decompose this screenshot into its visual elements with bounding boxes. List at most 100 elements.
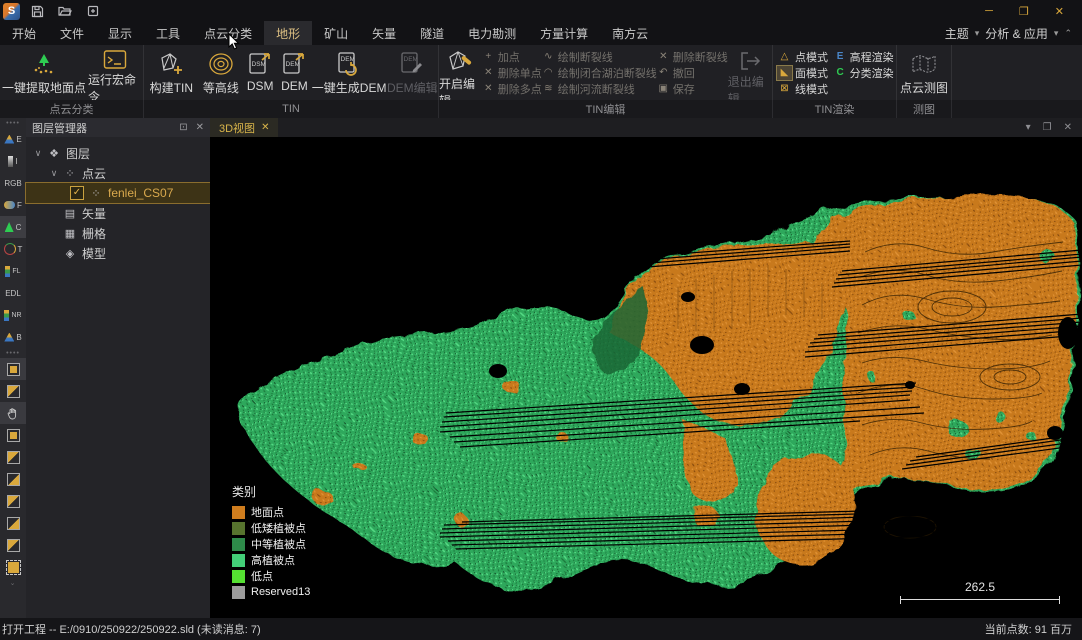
draw-river-breakline-button[interactable]: ≋绘制河流断裂线 bbox=[542, 82, 657, 95]
tree-node-layer-fenlei[interactable]: ✓ ⁘ fenlei_CS07 bbox=[26, 183, 210, 203]
delete-breakline-button[interactable]: ✕删除断裂线 bbox=[657, 50, 728, 63]
close-view-icon[interactable]: ✕ bbox=[1064, 122, 1072, 133]
close-tab-icon[interactable]: ✕ bbox=[261, 122, 269, 133]
render-edl-button[interactable]: EDL bbox=[0, 282, 26, 304]
view-bottom-button[interactable] bbox=[0, 534, 26, 556]
view-left-button[interactable] bbox=[0, 468, 26, 490]
tab-file[interactable]: 文件 bbox=[48, 21, 96, 46]
point-mode-button[interactable]: △点模式 bbox=[777, 50, 834, 63]
exit-edit-button[interactable]: 退出编辑 bbox=[728, 45, 772, 100]
elevation-icon bbox=[4, 135, 14, 144]
undo-button[interactable]: ↶撤回 bbox=[657, 66, 728, 79]
tab-volume-calc[interactable]: 方量计算 bbox=[528, 21, 600, 46]
chevron-expanded-icon[interactable]: ∨ bbox=[34, 148, 42, 159]
render-classification-button[interactable]: C bbox=[0, 216, 26, 238]
draw-lake-breakline-button[interactable]: ◠绘制闭合湖泊断裂线 bbox=[542, 66, 657, 79]
view-top-button[interactable] bbox=[0, 424, 26, 446]
classification-render-icon: C bbox=[834, 67, 847, 78]
tab-mine[interactable]: 矿山 bbox=[312, 21, 360, 46]
extract-ground-points-button[interactable]: 一键提取地面点 bbox=[0, 45, 88, 100]
generate-dem-button[interactable]: DEM 一键生成DEM bbox=[312, 45, 387, 100]
tree-node-model[interactable]: ◈ 模型 bbox=[26, 243, 210, 263]
contour-lines-button[interactable]: 等高线 bbox=[199, 45, 243, 100]
tin-edit-breakline-column: ∿绘制断裂线 ◠绘制闭合湖泊断裂线 ≋绘制河流断裂线 bbox=[542, 45, 657, 95]
dsm-button[interactable]: DSM DSM bbox=[243, 45, 277, 100]
cube-front-icon bbox=[7, 451, 20, 464]
ribbon-group-pointcloud-classify: 一键提取地面点 运行宏命令 bbox=[0, 45, 144, 100]
theme-dropdown[interactable]: 主题 bbox=[945, 25, 969, 42]
dem-button[interactable]: DEM DEM bbox=[277, 45, 311, 100]
open-folder-icon[interactable] bbox=[54, 3, 76, 19]
panel-title: 图层管理器 bbox=[32, 120, 87, 136]
view-front-button[interactable] bbox=[0, 446, 26, 468]
tab-south-cloud[interactable]: 南方云 bbox=[600, 21, 660, 46]
ribbon-group-tin-render: △点模式 ◣面模式 ⊠线模式 E高程渲染 C分类渲染 bbox=[773, 45, 897, 100]
dem-edit-button[interactable]: DEM DEM编辑 bbox=[387, 45, 438, 100]
elevation-render-button[interactable]: E高程渲染 bbox=[834, 50, 896, 63]
close-button[interactable]: ✕ bbox=[1055, 5, 1064, 18]
menu-bar: 开始 文件 显示 工具 点云分类 地形 矿山 矢量 隧道 电力勘测 方量计算 南… bbox=[0, 22, 1082, 45]
group-label: 测图 bbox=[897, 100, 952, 118]
analysis-apps-dropdown[interactable]: 分析 & 应用 bbox=[985, 25, 1048, 42]
collapse-ribbon-icon[interactable]: ⌃ bbox=[1064, 28, 1072, 39]
delete-single-point-button[interactable]: ✕删除单点 bbox=[482, 66, 542, 79]
render-intensity-button[interactable]: I bbox=[0, 150, 26, 172]
view-cube-pin-button[interactable] bbox=[0, 358, 26, 380]
close-panel-icon[interactable]: ✕ bbox=[196, 122, 204, 133]
render-flightline-button[interactable]: F bbox=[0, 194, 26, 216]
add-point-button[interactable]: +加点 bbox=[482, 50, 542, 63]
layer-visibility-checkbox[interactable]: ✓ bbox=[70, 186, 84, 200]
tab-3d-view[interactable]: 3D视图 ✕ bbox=[210, 118, 278, 137]
build-tin-button[interactable]: 构建TIN bbox=[144, 45, 199, 100]
view-cube-free-button[interactable] bbox=[0, 380, 26, 402]
save-edit-button[interactable]: ▣保存 bbox=[657, 82, 728, 95]
render-rgb-button[interactable]: RGB bbox=[0, 172, 26, 194]
face-mode-button[interactable]: ◣面模式 bbox=[777, 66, 834, 79]
maximize-button[interactable]: ❐ bbox=[1019, 5, 1029, 18]
tree-node-raster[interactable]: ▦ 栅格 bbox=[26, 223, 210, 243]
zigzag-icon: ∿ bbox=[542, 51, 555, 62]
tab-start[interactable]: 开始 bbox=[0, 21, 48, 46]
pan-tool-button[interactable] bbox=[0, 402, 26, 424]
tab-tunnel[interactable]: 隧道 bbox=[408, 21, 456, 46]
minimize-button[interactable]: ─ bbox=[985, 5, 993, 17]
render-time-button[interactable]: T bbox=[0, 238, 26, 260]
pointcloud-mapping-button[interactable]: 点云测图 bbox=[897, 45, 951, 100]
draw-breakline-button[interactable]: ∿绘制断裂线 bbox=[542, 50, 657, 63]
chevron-expanded-icon[interactable]: ∨ bbox=[50, 168, 58, 179]
tree-node-pointcloud[interactable]: ∨ ⁘ 点云 bbox=[26, 163, 210, 183]
tree-node-vector[interactable]: ▤ 矢量 bbox=[26, 203, 210, 223]
legend-swatch bbox=[232, 538, 245, 551]
clock-icon bbox=[4, 243, 16, 255]
run-macro-button[interactable]: 运行宏命令 bbox=[88, 45, 142, 100]
tree-node-layers[interactable]: ∨ ❖ 图层 bbox=[26, 143, 210, 163]
tab-power-survey[interactable]: 电力勘测 bbox=[456, 21, 528, 46]
start-edit-button[interactable]: 开启编辑 bbox=[439, 45, 482, 100]
zoom-extents-button[interactable] bbox=[0, 556, 26, 578]
pin-panel-icon[interactable]: ⊡ bbox=[179, 122, 187, 133]
delete-multi-points-button[interactable]: ✕删除多点 bbox=[482, 82, 542, 95]
line-mode-button[interactable]: ⊠线模式 bbox=[777, 82, 834, 95]
new-project-icon[interactable] bbox=[82, 3, 104, 19]
classification-render-button[interactable]: C分类渲染 bbox=[834, 66, 896, 79]
view-right-button[interactable] bbox=[0, 490, 26, 512]
tab-display[interactable]: 显示 bbox=[96, 21, 144, 46]
river-icon: ≋ bbox=[542, 83, 555, 94]
save-icon[interactable] bbox=[26, 3, 48, 19]
collapse-chevron-icon[interactable]: ⌄ bbox=[10, 578, 17, 588]
render-elevation-button[interactable]: E bbox=[0, 128, 26, 150]
render-fl-button[interactable]: FL bbox=[0, 260, 26, 282]
view-back-button[interactable] bbox=[0, 512, 26, 534]
tin-mesh-icon bbox=[158, 49, 184, 79]
render-return-number-button[interactable]: NR bbox=[0, 304, 26, 326]
viewport-3d[interactable]: 类别 地面点 低矮植被点 中等植被点 高植被点 低点 Reserved13 26… bbox=[210, 137, 1082, 618]
tab-tools[interactable]: 工具 bbox=[144, 21, 192, 46]
application-window: S ─ ❐ ✕ 开始 文件 显示 工具 点云分类 地形 矿山 矢量 隧道 电力勘… bbox=[0, 0, 1082, 640]
tab-list-dropdown-icon[interactable]: ▾ bbox=[1026, 122, 1031, 133]
float-panel-icon[interactable]: ❐ bbox=[1043, 122, 1052, 133]
tin-edit-points-column: +加点 ✕删除单点 ✕删除多点 bbox=[482, 45, 542, 95]
drag-handle[interactable]: •••• bbox=[6, 118, 20, 128]
tab-terrain[interactable]: 地形 bbox=[264, 21, 312, 46]
tab-vector[interactable]: 矢量 bbox=[360, 21, 408, 46]
render-blend-button[interactable]: B bbox=[0, 326, 26, 348]
